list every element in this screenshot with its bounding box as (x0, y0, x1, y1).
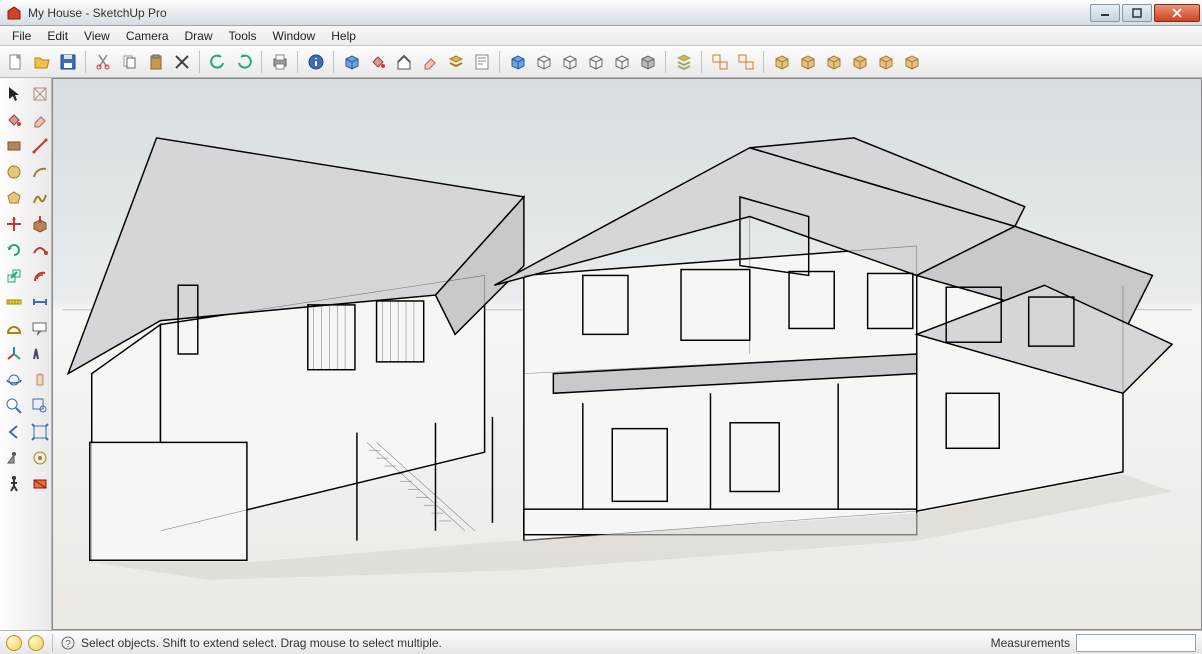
menu-camera[interactable]: Camera (118, 27, 177, 45)
tape-measure-icon[interactable] (2, 290, 26, 314)
statusbar: ? Select objects. Shift to extend select… (0, 630, 1202, 654)
make-component-icon[interactable] (28, 82, 52, 106)
undo-icon[interactable] (206, 50, 230, 74)
section-plane-icon[interactable] (28, 472, 52, 496)
ungroup-icon[interactable] (734, 50, 758, 74)
menu-tools[interactable]: Tools (221, 27, 265, 45)
orbit-icon[interactable] (2, 368, 26, 392)
arc-icon[interactable] (28, 160, 52, 184)
intersect-icon[interactable] (848, 50, 872, 74)
stack-icon[interactable] (672, 50, 696, 74)
measurements-label: Measurements (991, 636, 1070, 650)
circle-icon[interactable] (2, 160, 26, 184)
menu-window[interactable]: Window (265, 27, 324, 45)
maximize-button[interactable] (1122, 4, 1152, 22)
menu-draw[interactable]: Draw (177, 27, 221, 45)
menu-edit[interactable]: Edit (39, 27, 76, 45)
box-tex-icon[interactable] (610, 50, 634, 74)
help-icon[interactable]: ? (61, 636, 75, 650)
polygon-icon[interactable] (2, 186, 26, 210)
measurements-input[interactable] (1076, 634, 1196, 652)
copy-icon[interactable] (118, 50, 142, 74)
previous-icon[interactable] (2, 420, 26, 444)
zoom-icon[interactable] (2, 394, 26, 418)
menu-file[interactable]: File (4, 27, 39, 45)
select-icon[interactable] (2, 82, 26, 106)
home-icon[interactable] (392, 50, 416, 74)
rectangle-icon[interactable] (2, 134, 26, 158)
minimize-button[interactable] (1090, 4, 1120, 22)
status-hint: Select objects. Shift to extend select. … (81, 636, 985, 650)
freehand-icon[interactable] (28, 186, 52, 210)
print-icon[interactable] (268, 50, 292, 74)
follow-me-icon[interactable] (28, 238, 52, 262)
delete-icon[interactable] (170, 50, 194, 74)
axes-icon[interactable] (2, 342, 26, 366)
text-label-icon[interactable] (28, 316, 52, 340)
close-button[interactable] (1154, 4, 1200, 22)
offset-icon[interactable] (28, 264, 52, 288)
viewport-3d[interactable] (52, 78, 1202, 630)
toolbar-top (0, 46, 1202, 78)
zoom-window-icon[interactable] (28, 394, 52, 418)
outer-shell-icon[interactable] (822, 50, 846, 74)
line-icon[interactable] (28, 134, 52, 158)
save-icon[interactable] (56, 50, 80, 74)
pan-icon[interactable] (28, 368, 52, 392)
svg-text:?: ? (65, 639, 71, 650)
model-house (53, 79, 1201, 629)
toolbar-left (0, 78, 52, 630)
window-controls (1090, 4, 1200, 22)
protractor-icon[interactable] (2, 316, 26, 340)
send-back-icon[interactable] (770, 50, 794, 74)
window-title: My House - SketchUp Pro (28, 6, 1090, 20)
paste-icon[interactable] (144, 50, 168, 74)
paint-bucket-icon[interactable] (366, 50, 390, 74)
explode-icon[interactable] (796, 50, 820, 74)
move-icon[interactable] (2, 212, 26, 236)
menu-view[interactable]: View (76, 27, 118, 45)
status-geo-icon[interactable] (6, 635, 22, 651)
eraser-icon[interactable] (418, 50, 442, 74)
paint-bucket-tool-icon[interactable] (2, 108, 26, 132)
info-icon[interactable] (304, 50, 328, 74)
menubar: FileEditViewCameraDrawToolsWindowHelp (0, 26, 1202, 46)
eraser-tool-icon[interactable] (28, 108, 52, 132)
layers-icon[interactable] (444, 50, 468, 74)
box-wire-icon[interactable] (532, 50, 556, 74)
box-solid-icon[interactable] (636, 50, 660, 74)
rotate-icon[interactable] (2, 238, 26, 262)
notes-icon[interactable] (470, 50, 494, 74)
app-icon (6, 5, 22, 21)
titlebar: My House - SketchUp Pro (0, 0, 1202, 26)
3d-text-icon[interactable] (28, 342, 52, 366)
scale-icon[interactable] (2, 264, 26, 288)
box-blue-icon[interactable] (506, 50, 530, 74)
open-file-icon[interactable] (30, 50, 54, 74)
new-file-icon[interactable] (4, 50, 28, 74)
position-camera-icon[interactable] (2, 446, 26, 470)
cut-icon[interactable] (92, 50, 116, 74)
walk-icon[interactable] (2, 472, 26, 496)
trim-icon[interactable] (900, 50, 924, 74)
dimension-icon[interactable] (28, 290, 52, 314)
look-around-icon[interactable] (28, 446, 52, 470)
status-credits-icon[interactable] (28, 635, 44, 651)
push-pull-icon[interactable] (28, 212, 52, 236)
menu-help[interactable]: Help (323, 27, 364, 45)
box-shaded-icon[interactable] (584, 50, 608, 74)
zoom-extents-icon[interactable] (28, 420, 52, 444)
subtract-icon[interactable] (874, 50, 898, 74)
box-wire2-icon[interactable] (558, 50, 582, 74)
workspace (0, 78, 1202, 630)
redo-icon[interactable] (232, 50, 256, 74)
component-icon[interactable] (340, 50, 364, 74)
group-icon[interactable] (708, 50, 732, 74)
